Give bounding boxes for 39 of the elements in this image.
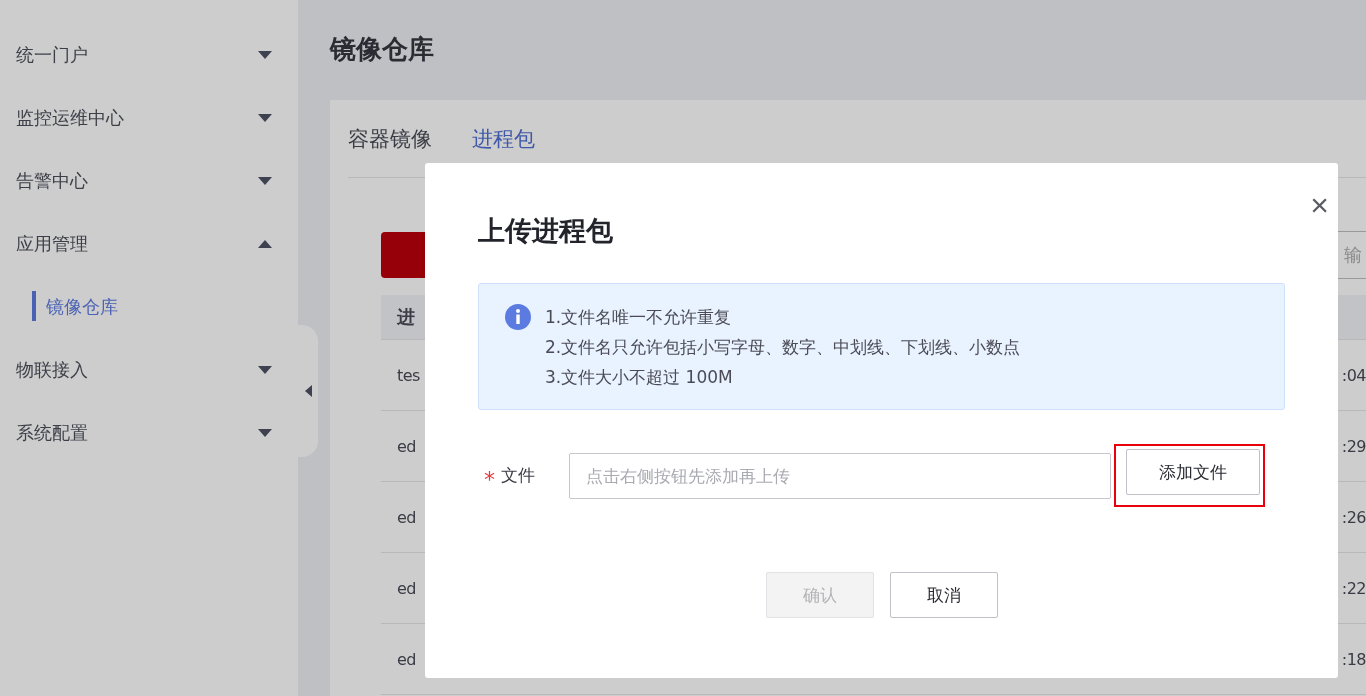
caret-icon — [258, 239, 272, 248]
table-cell: :22 — [1341, 578, 1366, 598]
info-icon — [505, 304, 531, 330]
info-text: 1.文件名唯一不允许重复 — [545, 306, 733, 329]
nav-item[interactable]: 应用管理 — [0, 212, 298, 275]
table-cell: tes — [397, 365, 420, 385]
table-cell: :18 — [1341, 649, 1366, 669]
caret-icon — [258, 176, 272, 185]
field-label: 文件 — [501, 464, 536, 487]
add-file-button[interactable]: 添加文件 — [1126, 449, 1260, 495]
column-header: 进 — [397, 305, 415, 329]
caret-icon — [258, 50, 272, 59]
caret-icon — [258, 428, 272, 437]
table-cell: ed — [397, 649, 416, 669]
dialog-button[interactable]: 取消 — [889, 572, 998, 618]
caret-icon — [258, 365, 272, 374]
tab[interactable]: 容器镜像 — [348, 124, 432, 153]
table-cell: ed — [397, 507, 416, 527]
caret-icon — [258, 113, 272, 122]
info-text: 2.文件名只允许包括小写字母、数字、中划线、下划线、小数点 — [545, 336, 1021, 359]
nav-item[interactable]: 统一门户 — [0, 23, 298, 86]
table-cell: :26 — [1341, 507, 1366, 527]
required-mark: * — [484, 466, 495, 492]
table-cell: :29 — [1341, 436, 1366, 456]
table-cell: :04 — [1341, 365, 1366, 385]
dialog-title: 上传进程包 — [478, 214, 613, 248]
close-button[interactable]: × — [1310, 189, 1329, 221]
nav-subitem[interactable]: 镜像仓库 — [32, 275, 298, 338]
tab[interactable]: 进程包 — [472, 124, 535, 153]
table-cell: ed — [397, 436, 416, 456]
info-text: 3.文件大小不超过 100M — [545, 366, 734, 389]
nav-item[interactable]: 系统配置 — [0, 401, 298, 464]
table-cell: ed — [397, 578, 416, 598]
collapse-handle[interactable] — [298, 325, 318, 457]
page-title: 镜像仓库 — [330, 32, 435, 66]
nav-item[interactable]: 告警中心 — [0, 149, 298, 212]
nav-item[interactable]: 监控运维中心 — [0, 86, 298, 149]
nav-item[interactable]: 物联接入 — [0, 338, 298, 401]
file-input-field[interactable]: 点击右侧按钮先添加再上传 — [569, 452, 1111, 499]
